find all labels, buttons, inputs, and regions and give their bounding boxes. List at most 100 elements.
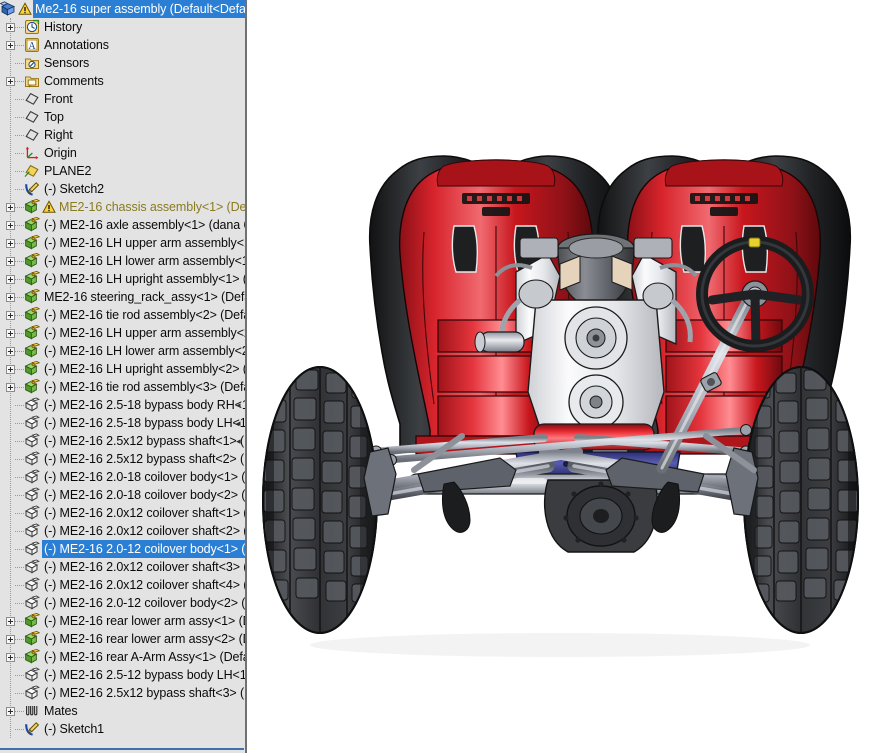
tree-item[interactable]: (-) ME2-16 2.5-18 bypass body LH<1>◂ — [0, 414, 245, 432]
tree-item[interactable]: AAnnotations — [0, 36, 245, 54]
tree-connector-dash — [15, 117, 24, 118]
part-icon — [24, 397, 40, 413]
part-icon — [24, 505, 40, 521]
tree-item[interactable]: (-) ME2-16 rear A-Arm Assy<1> (Defau — [0, 648, 245, 666]
expand-toggle-icon[interactable] — [6, 41, 15, 50]
expand-toggle-icon[interactable] — [6, 347, 15, 356]
tree-connector-dash — [15, 45, 24, 46]
tree-item-label: (-) ME2-16 2.0x12 coilover shaft<4> (D — [42, 576, 245, 594]
tree-item[interactable]: (-) ME2-16 LH lower arm assembly<1> — [0, 252, 245, 270]
truncation-arrow-icon: ◂ — [236, 419, 243, 428]
expand-toggle-icon[interactable] — [6, 635, 15, 644]
expand-toggle-icon[interactable] — [6, 365, 15, 374]
expand-toggle-icon[interactable] — [6, 77, 15, 86]
tree-item[interactable]: Sensors — [0, 54, 245, 72]
tree-item[interactable]: (-) ME2-16 2.0-12 coilover body<1> (D — [0, 540, 245, 558]
tree-item[interactable]: (-) ME2-16 2.0x12 coilover shaft<4> (D — [0, 576, 245, 594]
expand-toggle-icon[interactable] — [6, 653, 15, 662]
assembly-icon — [24, 325, 40, 341]
part-icon — [24, 667, 40, 683]
tree-item[interactable]: (-) ME2-16 LH lower arm assembly<2> — [0, 342, 245, 360]
comments-icon — [24, 73, 40, 89]
tree-item[interactable]: (-) ME2-16 LH upper arm assembly<1 — [0, 234, 245, 252]
expand-toggle-icon[interactable] — [6, 383, 15, 392]
expand-toggle-icon[interactable] — [6, 293, 15, 302]
assembly-icon — [0, 1, 16, 17]
tree-item[interactable]: (-) Sketch1 — [0, 720, 245, 738]
tree-connector-dash — [15, 585, 24, 586]
tree-item[interactable]: (-) ME2-16 axle assembly<1> (dana 60 — [0, 216, 245, 234]
tree-item[interactable]: (-) ME2-16 tie rod assembly<3> (Defau — [0, 378, 245, 396]
tree-connector-dash — [15, 657, 24, 658]
tree-item-label: (-) ME2-16 2.5-18 bypass body LH<1> — [42, 414, 245, 432]
feature-tree-items[interactable]: HistoryAAnnotationsSensorsCommentsFrontT… — [0, 18, 245, 738]
expand-toggle-icon[interactable] — [6, 23, 15, 32]
cad-model-stage[interactable] — [247, 0, 874, 753]
tree-connector-dash — [15, 405, 24, 406]
truncation-arrow-icon: ◂ — [236, 437, 243, 446]
tree-item[interactable]: (-) ME2-16 2.0-18 coilover body<1> (D — [0, 468, 245, 486]
tree-item[interactable]: (-) ME2-16 2.5-18 bypass body RH<1>◂ — [0, 396, 245, 414]
tree-connector-dash — [15, 477, 24, 478]
tree-item[interactable]: (-) ME2-16 rear lower arm assy<2> (D — [0, 630, 245, 648]
tree-item[interactable]: (-) ME2-16 2.5x12 bypass shaft<3> (De — [0, 684, 245, 702]
tree-connector-dash — [15, 513, 24, 514]
expand-toggle-icon[interactable] — [6, 329, 15, 338]
tree-connector-dash — [15, 423, 24, 424]
plane-gold-icon — [24, 163, 40, 179]
tree-item[interactable]: (-) Sketch2 — [0, 180, 245, 198]
part-icon — [24, 469, 40, 485]
tree-item[interactable]: (-) ME2-16 2.0-12 coilover body<2> (D — [0, 594, 245, 612]
tree-item[interactable]: Mates — [0, 702, 245, 720]
tree-root-item[interactable]: Me2-16 super assembly (Default<Defa — [0, 0, 245, 18]
tree-item-label: Top — [42, 108, 66, 126]
expand-toggle-icon[interactable] — [6, 707, 15, 716]
expand-toggle-icon[interactable] — [6, 257, 15, 266]
graphics-viewport[interactable] — [247, 0, 874, 753]
assembly-icon — [24, 199, 40, 215]
feature-manager-tree-panel[interactable]: Me2-16 super assembly (Default<Defa Hist… — [0, 0, 247, 753]
tree-item-label: (-) ME2-16 LH upright assembly<2> ( — [42, 360, 245, 378]
tree-connector-dash — [15, 567, 24, 568]
tree-item[interactable]: History — [0, 18, 245, 36]
tree-item[interactable]: (-) ME2-16 2.5x12 bypass shaft<2> (De — [0, 450, 245, 468]
tree-item[interactable]: (-) ME2-16 2.0-18 coilover body<2> (D — [0, 486, 245, 504]
expand-toggle-icon[interactable] — [6, 617, 15, 626]
tree-connector-dash — [15, 711, 24, 712]
tree-item[interactable]: Comments — [0, 72, 245, 90]
assembly-icon — [24, 271, 40, 287]
tree-item[interactable]: (-) ME2-16 tie rod assembly<2> (Defau — [0, 306, 245, 324]
assembly-icon — [24, 649, 40, 665]
expand-toggle-icon[interactable] — [6, 275, 15, 284]
tree-connector-dash — [15, 675, 24, 676]
buggy-chassis-model[interactable] — [247, 0, 874, 753]
tree-item-label: (-) Sketch1 — [42, 720, 106, 738]
expand-toggle-icon[interactable] — [6, 221, 15, 230]
tree-item[interactable]: (-) ME2-16 2.5x12 bypass shaft<1> (De◂ — [0, 432, 245, 450]
tree-item[interactable]: Origin — [0, 144, 245, 162]
tree-item[interactable]: (-) ME2-16 2.0x12 coilover shaft<3> (D — [0, 558, 245, 576]
tree-item[interactable]: (-) ME2-16 2.5-12 bypass body LH<1> — [0, 666, 245, 684]
tree-item[interactable]: (-) ME2-16 LH upright assembly<2> ( — [0, 360, 245, 378]
expand-toggle-icon[interactable] — [6, 203, 15, 212]
part-icon — [24, 433, 40, 449]
tree-item[interactable]: PLANE2 — [0, 162, 245, 180]
tree-connector-dash — [15, 225, 24, 226]
tree-item[interactable]: (-) ME2-16 rear lower arm assy<1> (D — [0, 612, 245, 630]
tree-item[interactable]: (-) ME2-16 LH upper arm assembly<2 — [0, 324, 245, 342]
tree-item[interactable]: (-) ME2-16 LH upright assembly<1> ( — [0, 270, 245, 288]
part-icon — [24, 559, 40, 575]
tree-item[interactable]: ME2-16 steering_rack_assy<1> (Defau — [0, 288, 245, 306]
feature-tree-scroll-region[interactable]: Me2-16 super assembly (Default<Defa Hist… — [0, 0, 245, 747]
tree-item[interactable]: (-) ME2-16 2.0x12 coilover shaft<2> (D — [0, 522, 245, 540]
tree-item[interactable]: Right — [0, 126, 245, 144]
tree-item[interactable]: (-) ME2-16 2.0x12 coilover shaft<1> (D — [0, 504, 245, 522]
tree-item[interactable]: Front — [0, 90, 245, 108]
expand-toggle-icon[interactable] — [6, 311, 15, 320]
part-icon — [24, 577, 40, 593]
tree-item-label: (-) ME2-16 2.0x12 coilover shaft<3> (D — [42, 558, 245, 576]
tree-connector-dash — [15, 99, 24, 100]
tree-item[interactable]: Top — [0, 108, 245, 126]
expand-toggle-icon[interactable] — [6, 239, 15, 248]
tree-item[interactable]: ME2-16 chassis assembly<1> (Defa — [0, 198, 245, 216]
